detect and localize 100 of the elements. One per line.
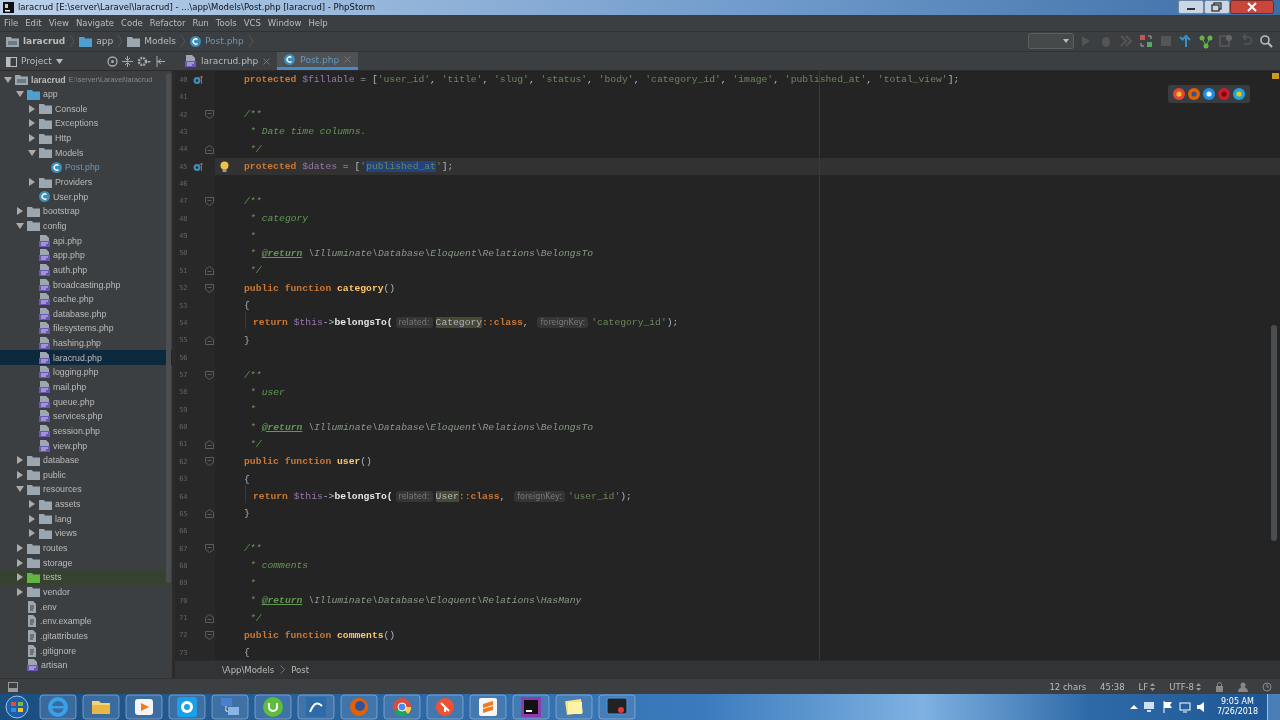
close-button[interactable] [1230,0,1274,14]
screen-recorder-icon[interactable] [598,694,636,720]
menu-item[interactable]: VCS [243,17,261,28]
menu-item[interactable]: Code [121,17,143,28]
tree-row[interactable]: view.php [0,438,172,453]
tree-row[interactable]: public [0,467,172,483]
breadcrumb-item[interactable]: Models [144,36,176,47]
media-player-icon[interactable] [125,694,163,720]
menu-item[interactable]: Edit [25,17,42,28]
notes-icon[interactable] [555,694,593,720]
encoding-selector[interactable]: UTF-8 [1169,681,1201,692]
collapsed-arrow-icon[interactable] [28,529,36,538]
panel-title[interactable]: Project [21,56,52,67]
fold-icon[interactable] [205,544,215,554]
clock[interactable]: 9:05 AM 7/26/2018 [1216,697,1258,717]
scrollbar[interactable] [166,73,171,584]
unfold-icon[interactable] [205,613,215,623]
lock-icon[interactable] [1215,681,1224,692]
tree-row[interactable]: views [0,526,172,541]
collapse-icon[interactable] [122,55,133,67]
line-separator-selector[interactable]: LF [1138,681,1156,692]
panel-toggle-icon[interactable] [8,681,18,692]
collapsed-arrow-icon[interactable] [16,470,24,479]
collapsed-arrow-icon[interactable] [16,573,24,582]
minimize-button[interactable] [1178,0,1204,14]
tree-row[interactable]: tests [0,570,172,585]
lightbulb-icon[interactable] [220,160,229,173]
tree-row[interactable]: config [0,218,172,234]
collapsed-arrow-icon[interactable] [16,207,24,216]
show-desktop-button[interactable] [1267,694,1280,720]
tree-row[interactable]: storage [0,555,172,570]
attach-icon[interactable] [1138,33,1154,50]
close-icon[interactable] [263,57,271,65]
collapsed-arrow-icon[interactable] [28,514,36,523]
tree-row[interactable]: broadcasting.php [0,277,172,292]
tree-row[interactable]: app [0,86,172,102]
fold-icon[interactable] [205,630,215,640]
tree-row[interactable]: logging.php [0,365,172,380]
network-app-icon[interactable] [211,694,249,720]
unfold-icon[interactable] [205,266,215,276]
tree-row[interactable]: .env.example [0,613,172,629]
tree-row[interactable]: auth.php [0,262,172,278]
text-editor-icon[interactable] [469,694,507,720]
tree-row[interactable]: database [0,452,172,468]
breadcrumb-item[interactable]: \App\Models [222,664,275,675]
show-hidden-icons-icon[interactable] [1129,703,1138,711]
collapsed-arrow-icon[interactable] [16,587,24,596]
menu-item[interactable]: View [48,17,69,28]
caret-position[interactable]: 45:38 [1100,681,1125,692]
browser-icon[interactable] [1233,88,1245,101]
tree-row[interactable]: .gitignore [0,643,172,658]
tree-row[interactable]: Models [0,145,172,161]
tree-row[interactable]: cache.php [0,291,172,307]
folder-icon[interactable] [82,694,120,720]
scrollbar[interactable] [1271,325,1277,542]
tree-row[interactable]: vendor [0,584,172,600]
chat-app-icon[interactable] [168,694,206,720]
tree-row[interactable]: Exceptions [0,116,172,131]
expanded-arrow-icon[interactable] [16,90,24,99]
tree-row[interactable]: User.php [0,189,172,204]
breadcrumb-item[interactable]: laracrud [23,36,66,47]
collapsed-arrow-icon[interactable] [16,558,24,567]
browser-icon[interactable] [1203,88,1215,101]
tree-row[interactable]: database.php [0,306,172,322]
fold-icon[interactable] [205,196,215,206]
expanded-arrow-icon[interactable] [16,485,24,494]
tree-row[interactable]: app.php [0,247,172,263]
tree-row[interactable]: assets [0,496,172,512]
tree-row[interactable]: artisan [0,657,172,673]
collapsed-arrow-icon[interactable] [16,456,24,465]
editor-tab[interactable]: laracrud.php [178,52,278,71]
tree-row[interactable]: Post.php [0,160,172,175]
tree-row[interactable]: bootstrap [0,204,172,219]
tree-row[interactable]: Http [0,130,172,146]
tree-row[interactable]: mail.php [0,379,172,395]
search-icon[interactable] [1258,33,1274,50]
breadcrumb-item[interactable]: Post [291,664,310,675]
breadcrumb-item[interactable]: app [96,36,114,47]
tree-row[interactable]: lang [0,511,172,527]
tree-row[interactable]: services.php [0,408,172,424]
vcs-commit-icon[interactable] [1198,33,1214,50]
collapsed-arrow-icon[interactable] [28,104,36,113]
event-log-icon[interactable] [1262,681,1272,692]
tree-row[interactable]: routes [0,540,172,556]
tree-row[interactable]: .gitattributes [0,628,172,644]
menu-item[interactable]: Navigate [75,17,114,28]
expanded-arrow-icon[interactable] [16,221,24,230]
expanded-arrow-icon[interactable] [4,75,12,84]
fold-icon[interactable] [205,370,215,380]
tree-row[interactable]: session.php [0,423,172,439]
menu-item[interactable]: Help [308,17,328,28]
collapsed-arrow-icon[interactable] [28,134,36,143]
collapsed-arrow-icon[interactable] [28,178,36,186]
settings-icon[interactable] [137,55,151,67]
collapsed-arrow-icon[interactable] [28,500,36,509]
tree-row[interactable]: resources [0,482,172,497]
collapsed-arrow-icon[interactable] [16,544,24,553]
tree-row[interactable]: queue.php [0,394,172,409]
menu-item[interactable]: Window [267,17,302,28]
browser-icon[interactable] [1173,88,1185,101]
